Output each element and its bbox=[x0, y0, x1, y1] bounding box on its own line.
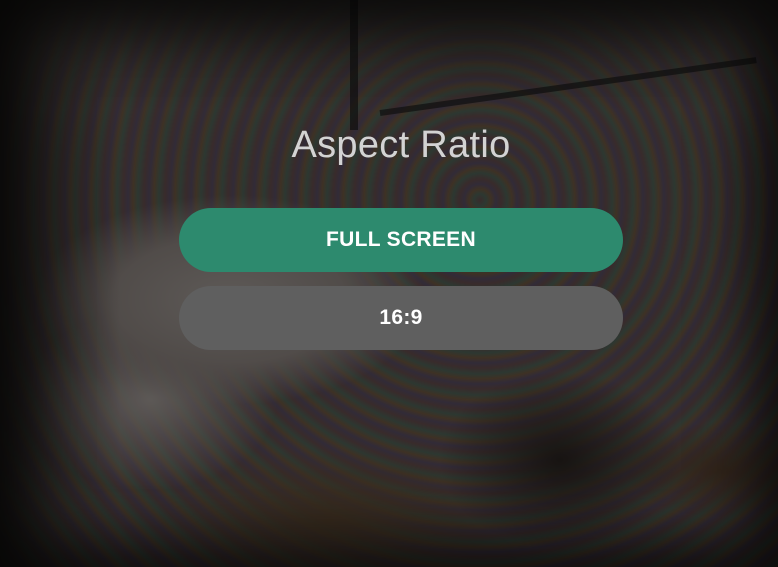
video-player-screen: Aspect Ratio FULL SCREEN 16:9 bbox=[0, 0, 778, 567]
dialog-title: Aspect Ratio bbox=[291, 124, 511, 166]
16-9-option-button[interactable]: 16:9 bbox=[179, 286, 623, 350]
aspect-ratio-dialog: Aspect Ratio FULL SCREEN 16:9 bbox=[0, 0, 778, 567]
full-screen-option-label: FULL SCREEN bbox=[326, 228, 476, 251]
16-9-option-label: 16:9 bbox=[379, 306, 423, 329]
full-screen-option-button[interactable]: FULL SCREEN bbox=[179, 208, 623, 272]
